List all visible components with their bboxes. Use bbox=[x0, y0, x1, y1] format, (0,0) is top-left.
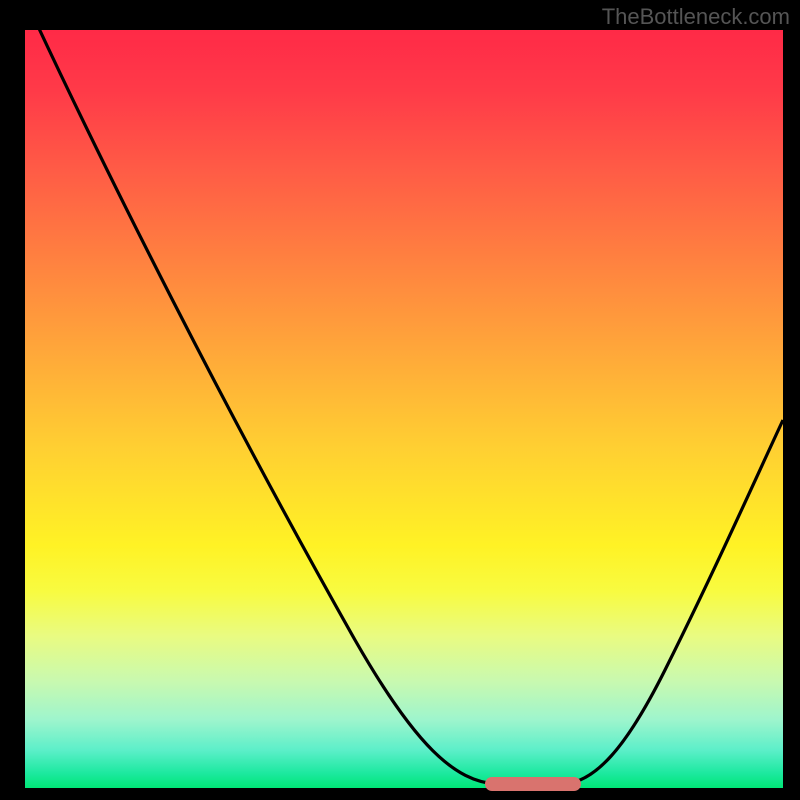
curve-path bbox=[35, 20, 783, 784]
curve-layer bbox=[25, 30, 783, 788]
watermark-label: TheBottleneck.com bbox=[602, 4, 790, 30]
accent-segment bbox=[485, 777, 581, 791]
gradient-plot-area bbox=[25, 30, 783, 788]
